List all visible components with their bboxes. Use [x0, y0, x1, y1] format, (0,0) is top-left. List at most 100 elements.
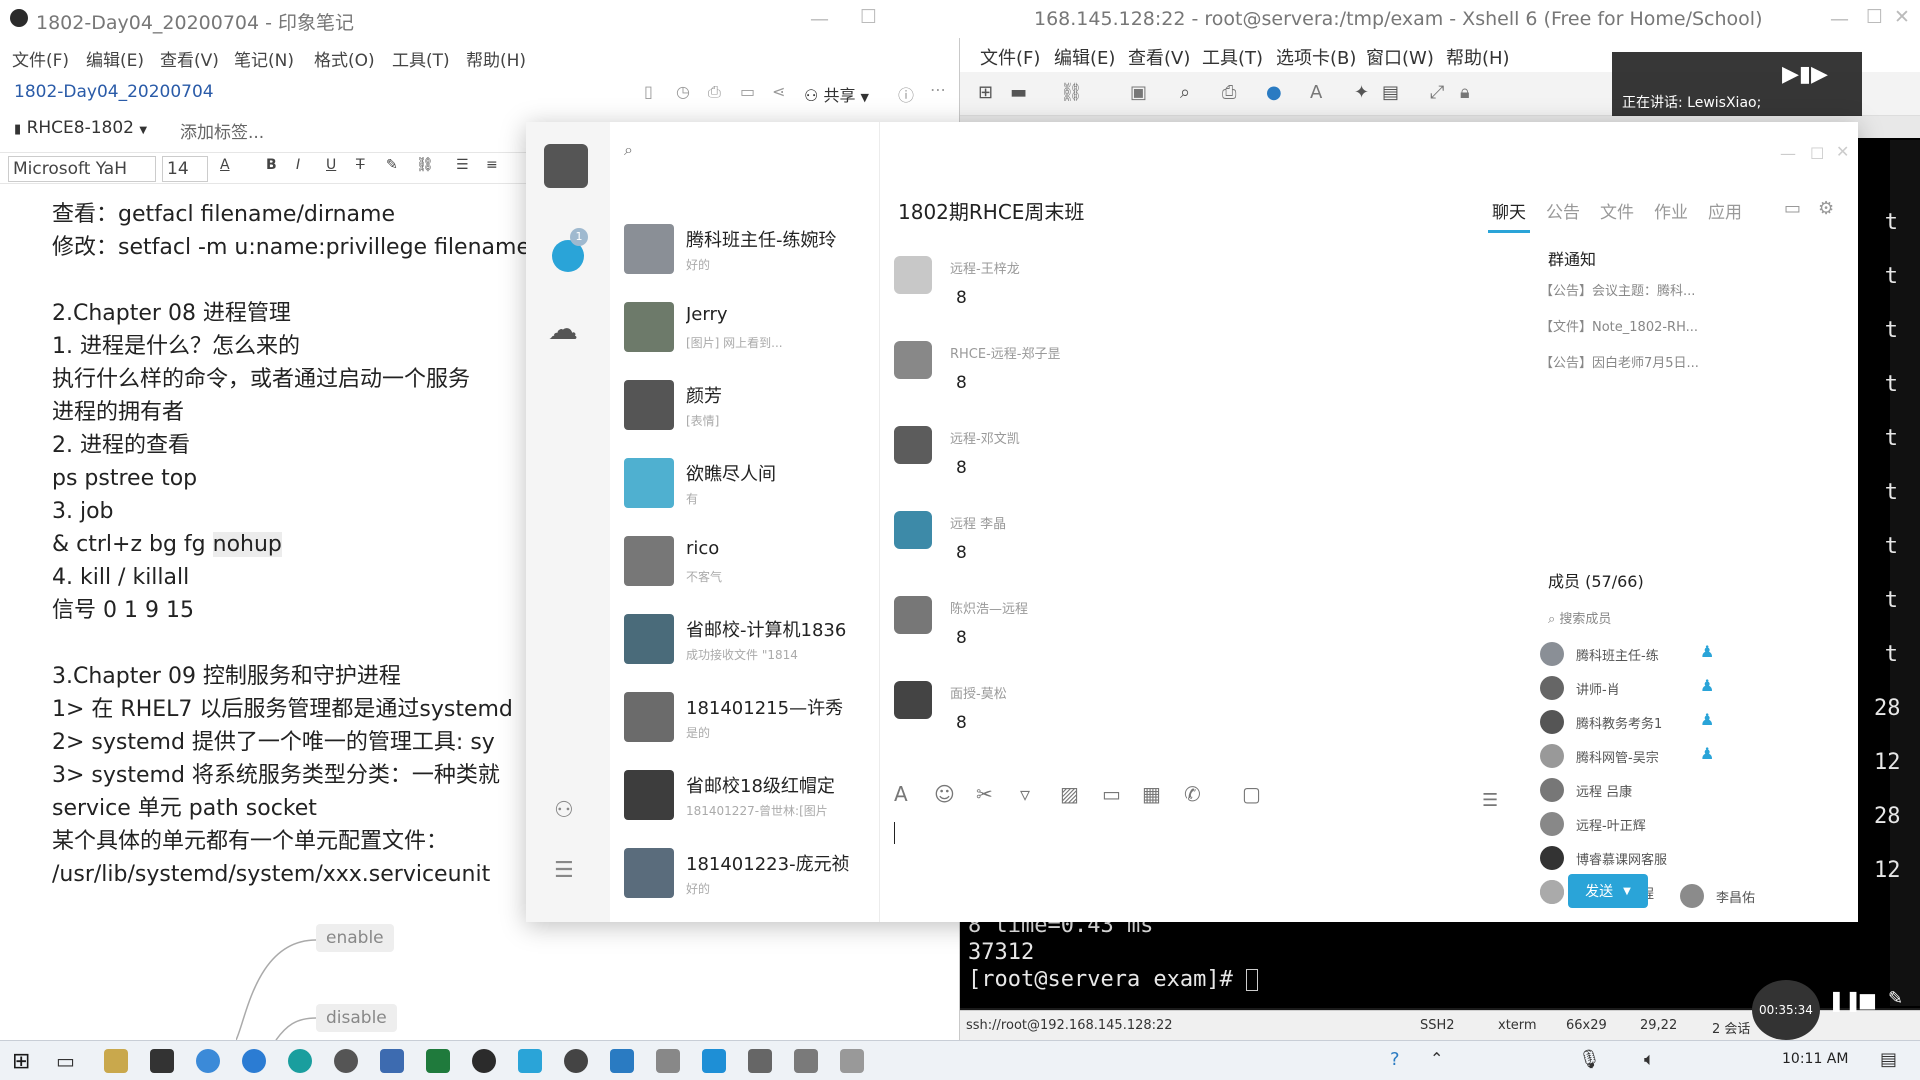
close-icon[interactable]: ✕ — [1894, 6, 1910, 28]
member-item[interactable]: 远程-叶正辉 — [1540, 808, 1740, 842]
task-view-icon[interactable]: ▭ — [56, 1049, 75, 1073]
menu-tools[interactable]: 工具(T) — [392, 46, 450, 71]
member-item[interactable]: 腾科教务考务1 ♟ — [1540, 706, 1740, 740]
group-notice-item[interactable]: 【公告】因白老师7月5日... — [1540, 352, 1730, 371]
menu-help[interactable]: 帮助(H) — [466, 46, 526, 71]
tab-chat[interactable]: 聊天 — [1492, 198, 1526, 223]
add-tag-input[interactable]: 添加标签... — [180, 118, 264, 143]
font-size-select[interactable]: 14 — [162, 156, 208, 182]
lock-icon[interactable]: 🔒︎ — [1460, 82, 1470, 103]
app-icon[interactable] — [656, 1049, 680, 1073]
help-icon[interactable]: ? — [1390, 1049, 1400, 1070]
maximize-icon[interactable]: ☐ — [1866, 6, 1883, 28]
member-item[interactable]: 腾科网管-吴宗 ♟ — [1540, 740, 1740, 774]
tab-homework[interactable]: 作业 — [1654, 198, 1688, 223]
xshell-taskbar-icon[interactable] — [610, 1049, 634, 1073]
chrome-icon[interactable] — [334, 1049, 358, 1073]
chart-app-icon[interactable] — [702, 1049, 726, 1073]
share-link-icon[interactable]: ⋖ — [772, 82, 785, 101]
gift-icon[interactable]: ▦ — [1142, 782, 1161, 806]
group-notice-item[interactable]: 【文件】Note_1802-RH... — [1540, 316, 1730, 335]
vm-icon[interactable] — [380, 1049, 404, 1073]
message-input[interactable] — [894, 822, 1514, 912]
emoji-icon[interactable]: ☺ — [934, 782, 955, 806]
chevron-up-icon[interactable]: ⌃ — [1430, 1049, 1443, 1068]
microphone-icon[interactable]: 🎙︎ — [1578, 1049, 1601, 1070]
close-icon[interactable]: ✕ — [1836, 142, 1849, 161]
window-icon[interactable] — [840, 1049, 864, 1073]
note-info-icon[interactable]: ▯ — [644, 82, 653, 101]
list-item[interactable]: 颜芳 [表情] — [610, 370, 879, 447]
notebook-selector[interactable]: ▮ RHCE8-1802 ▼ — [14, 118, 147, 138]
maximize-icon[interactable]: ☐ — [1810, 144, 1824, 163]
screenshot-icon[interactable]: ▢ — [1242, 782, 1261, 806]
folder-icon[interactable]: ▭ — [1102, 782, 1121, 806]
contacts-icon[interactable]: ⚇ — [554, 798, 574, 823]
list-item[interactable]: 181401215—许秀 是的 — [610, 682, 879, 759]
pencil-icon[interactable]: ✎ — [1888, 988, 1903, 1009]
strikethrough-icon[interactable]: T — [356, 157, 365, 173]
list-item[interactable]: 省邮校18级红帽定 181401227-曾世林:[图片 — [610, 760, 879, 837]
link-icon[interactable]: ⛓ — [416, 157, 434, 173]
italic-icon[interactable]: I — [296, 157, 300, 173]
minimize-icon[interactable]: — — [1780, 144, 1796, 163]
menu-edit[interactable]: 编辑(E) — [86, 46, 144, 71]
search-icon[interactable]: ⌕ — [624, 140, 633, 160]
member-item-last[interactable]: 李昌佑 — [1680, 880, 1880, 914]
globe-icon[interactable]: ● — [1266, 82, 1282, 103]
present-icon[interactable]: ▭ — [740, 82, 755, 101]
phone-icon[interactable]: ✆ — [1184, 782, 1201, 806]
font-color-icon[interactable]: A — [220, 157, 230, 173]
windows-start-icon[interactable]: ⊞ — [12, 1049, 30, 1074]
menu-edit[interactable]: 编辑(E) — [1054, 44, 1115, 70]
more-icon[interactable]: ⋯ — [930, 80, 946, 99]
member-search[interactable]: ⌕ 搜索成员 — [1548, 608, 1611, 627]
fullscreen-icon[interactable]: ⤢ — [1430, 82, 1444, 103]
menu-file[interactable]: 文件(F) — [980, 44, 1040, 70]
cloud-icon[interactable]: ☁ — [548, 312, 578, 347]
info-icon[interactable]: ⓘ — [898, 82, 914, 106]
list-item[interactable]: 181401223-庞元祯 好的 — [610, 838, 879, 915]
stop-icon[interactable]: ■ — [1858, 988, 1877, 1012]
settings-icon[interactable] — [748, 1049, 772, 1073]
menu-tools[interactable]: 工具(T) — [1202, 44, 1263, 70]
avatar[interactable] — [544, 144, 588, 188]
edge-icon[interactable] — [242, 1049, 266, 1073]
link-icon[interactable]: ⛓ — [1060, 82, 1083, 103]
search-icon[interactable]: ⌕ — [1180, 82, 1190, 103]
tool-icon[interactable] — [794, 1049, 818, 1073]
maximize-icon[interactable]: ☐ — [860, 6, 877, 28]
image-icon[interactable]: ▨ — [1060, 782, 1079, 806]
menu-file[interactable]: 文件(F) — [12, 46, 69, 71]
open-folder-icon[interactable]: ▬ — [1010, 82, 1027, 103]
member-item[interactable]: 腾科班主任-练 ♟ — [1540, 638, 1740, 672]
browser-icon[interactable] — [196, 1049, 220, 1073]
send-button[interactable]: 发送 ▼ — [1568, 874, 1648, 908]
pause-icon[interactable]: ❚❚ — [1828, 988, 1862, 1012]
numbered-list-icon[interactable]: ≡ — [486, 157, 498, 173]
media-icon[interactable] — [564, 1049, 588, 1073]
gear-icon[interactable]: ⚙ — [1818, 198, 1834, 219]
group-notice-item[interactable]: 【公告】会议主题：腾科... — [1540, 280, 1730, 299]
minimize-icon[interactable]: — — [1830, 8, 1849, 30]
evernote-taskbar-icon[interactable] — [472, 1049, 496, 1073]
highlight-icon[interactable]: ✎ — [386, 157, 398, 173]
screen-share-icon[interactable]: ▭ — [1784, 198, 1801, 219]
tab-apps[interactable]: 应用 — [1708, 198, 1742, 223]
menu-note[interactable]: 笔记(N) — [234, 46, 294, 71]
tab-files[interactable]: 文件 — [1600, 198, 1634, 223]
member-item[interactable]: 讲师-肖 ♟ — [1540, 672, 1740, 706]
system-clock[interactable]: 10:11 AM — [1782, 1051, 1848, 1067]
transfer-icon[interactable]: ✦ — [1354, 82, 1369, 103]
print-icon[interactable]: ⎙ — [1222, 82, 1236, 103]
member-item[interactable]: 远程 吕康 — [1540, 774, 1740, 808]
note-title[interactable]: 1802-Day04_20200704 — [14, 82, 214, 102]
menu-view[interactable]: 查看(V) — [160, 46, 219, 71]
menu-tabs[interactable]: 选项卡(B) — [1276, 44, 1356, 70]
list-item[interactable]: 省邮校-计算机1836 成功接收文件 "1814 — [610, 604, 879, 681]
volume-icon[interactable]: 🔈︎ — [1644, 1049, 1655, 1070]
underline-icon[interactable]: U — [326, 157, 336, 173]
menu-icon[interactable]: ☰ — [554, 858, 574, 883]
file-explorer-icon[interactable] — [104, 1049, 128, 1073]
bold-icon[interactable]: B — [266, 157, 277, 173]
